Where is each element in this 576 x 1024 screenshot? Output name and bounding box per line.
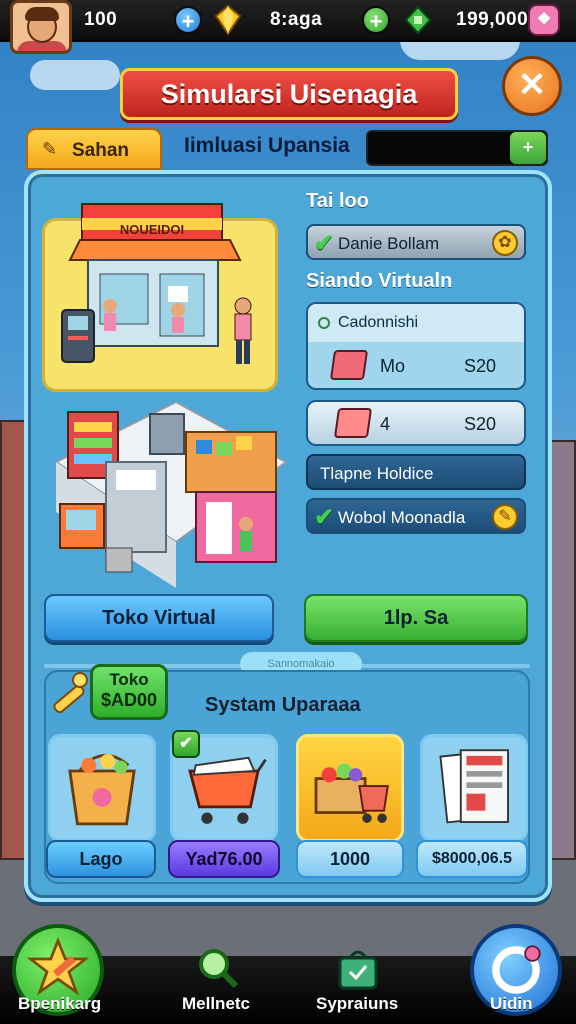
tag-icon: ✎ — [42, 139, 58, 159]
cash-icon — [404, 5, 432, 35]
add-coins-button[interactable]: + — [174, 6, 202, 34]
store-interior-illustration — [54, 400, 288, 588]
title-banner: Simularsi Uisenagia — [120, 68, 458, 120]
list-item-price: S20 — [463, 414, 496, 434]
toko-virtual-button[interactable]: Toko Virtual — [44, 594, 274, 642]
groceries-box-icon — [314, 763, 389, 823]
upgrade-card-label: Yad76.00 — [168, 840, 280, 878]
upgrade-card-label: 1000 — [296, 840, 404, 878]
upgrade-card-groceries[interactable] — [296, 734, 404, 842]
option-pill-1-label: Danie Bollam — [338, 234, 440, 253]
close-icon: ✕ — [517, 66, 547, 104]
radio-icon — [318, 317, 330, 329]
avatar[interactable] — [10, 0, 72, 54]
nav-label: Bpenikarg — [18, 994, 102, 1013]
coins-count: 100 — [84, 9, 118, 30]
product-list-header[interactable]: Cadonnishi — [308, 304, 524, 342]
list-item-name: Mo — [380, 356, 406, 376]
nav-label: Sypraiuns — [316, 994, 399, 1013]
product-box-icon — [329, 350, 369, 380]
cash-count: 199,000 — [456, 9, 529, 30]
cloud — [30, 60, 120, 90]
svg-text:NOUEIDOI: NOUEIDOI — [120, 222, 184, 237]
shopper-figure — [234, 297, 252, 364]
page-title: Simularsi Uisenagia — [160, 79, 418, 109]
magnifier-icon[interactable] — [196, 946, 240, 990]
toko-value: $AD00 — [100, 690, 158, 710]
product-list-header-label: Cadonnishi — [338, 314, 419, 331]
shop-bag-icon[interactable] — [336, 946, 380, 990]
category-bar[interactable]: Tlapne Holdice — [306, 454, 526, 490]
toko-label: Toko — [109, 670, 149, 689]
bonus-gift-icon[interactable]: ❖ — [528, 4, 560, 36]
building-right — [548, 440, 576, 860]
atm-icon — [61, 309, 95, 363]
list-item-price: S20 — [463, 356, 496, 376]
toko-balance-tag: Toko $AD00 — [90, 664, 168, 720]
upgrade-card-basket[interactable] — [48, 734, 156, 842]
tab-field-add-button[interactable]: + — [510, 132, 546, 164]
catalog-icon — [439, 749, 509, 824]
gem-icon — [214, 4, 242, 36]
check-icon: ✔ — [314, 230, 335, 257]
close-button[interactable]: ✕ — [502, 56, 562, 116]
section-heading-1: Tai loo — [306, 190, 369, 212]
section-heading-2: Siando Virtualn — [306, 270, 453, 292]
nav-label: Uidin — [490, 994, 533, 1013]
wrench-icon — [53, 672, 88, 714]
owned-check-icon: ✔ — [172, 730, 200, 758]
tab-sahan-label: Sahan — [72, 140, 130, 161]
tab-subtitle: Iimluasi Upansia — [184, 134, 350, 157]
gems-count: 8:aga — [270, 9, 323, 30]
option-pill-2[interactable]: ✔ Wobol Moonadla ✎ — [306, 498, 526, 534]
ticket-icon[interactable]: ✎ — [492, 504, 518, 530]
list-item[interactable]: 4 S20 — [306, 400, 526, 446]
tab-sahan[interactable]: ✎ Sahan — [26, 128, 162, 170]
product-box-icon — [333, 408, 373, 438]
add-gems-button[interactable]: + — [362, 6, 390, 34]
upgrade-card-label: $8000,06.5 — [416, 840, 528, 878]
basket-icon — [68, 754, 136, 826]
product-list: Cadonnishi Mo S20 — [306, 302, 526, 390]
list-item[interactable]: Mo S20 — [308, 342, 524, 388]
nav-label: Mellnetc — [182, 994, 251, 1013]
list-item-name: 4 — [380, 414, 391, 434]
upgrade-button[interactable]: 1lp. Sa — [304, 594, 528, 642]
check-icon: ✔ — [314, 504, 335, 531]
upgrade-card-catalog[interactable] — [420, 734, 528, 842]
upgrade-heading: Systam Uparaaa — [205, 694, 361, 716]
option-pill-2-label: Wobol Moonadla — [338, 508, 466, 527]
upgrade-card-label: Lago — [46, 840, 156, 878]
category-bar-label: Tlapne Holdice — [320, 464, 434, 483]
gear-icon[interactable]: ✿ — [492, 230, 518, 256]
option-pill-1[interactable]: ✔ Danie Bollam ✿ — [306, 224, 526, 260]
